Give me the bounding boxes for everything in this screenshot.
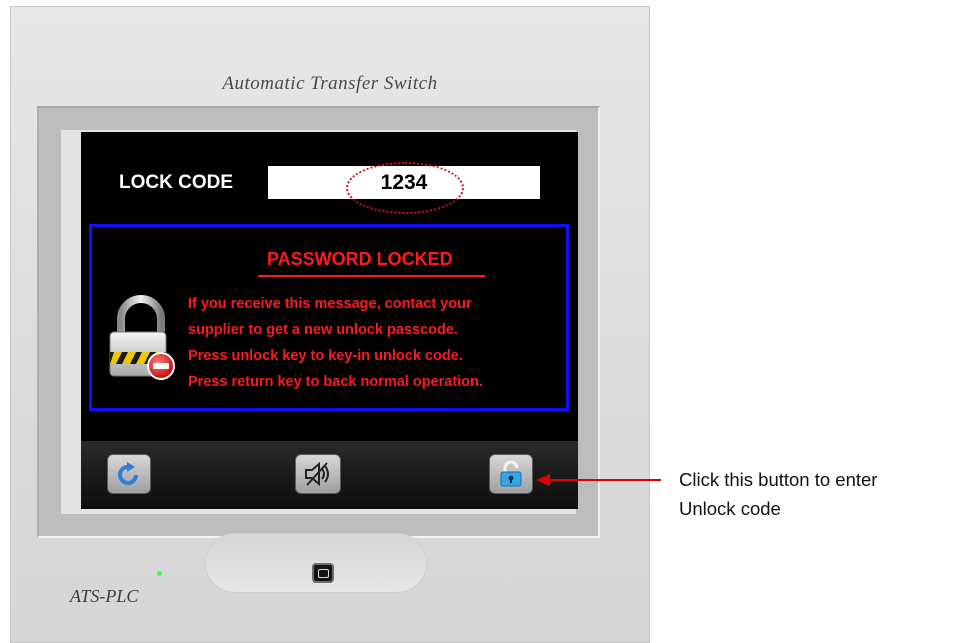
padlock-warning-icon [109,295,175,380]
title-underline [258,275,485,277]
unlock-button[interactable] [489,454,533,494]
device-title: Automatic Transfer Switch [222,73,438,94]
return-icon [118,462,138,485]
unlock-icon [500,460,522,487]
brand-label: ATS-PLC [70,586,139,606]
message-body: If you receive this message, contact you… [188,291,483,395]
message-line: If you receive this message, contact you… [188,296,472,312]
bottom-toolbar [81,441,578,509]
return-button[interactable] [107,454,151,494]
annotation-line-2: Unlock code [679,498,781,519]
annotation-line [548,479,661,481]
password-locked-message: PASSWORD LOCKED If you receive this mess… [89,224,569,411]
message-title: PASSWORD LOCKED [267,249,453,269]
home-key[interactable] [312,563,334,583]
status-led [157,571,162,576]
message-line: Press return key to back normal operatio… [188,374,483,390]
highlight-ellipse [346,162,464,214]
lcd-screen: LOCK CODE 1234 PASSWORD LOCKED If you re… [81,132,578,509]
annotation-line-1: Click this button to enter [679,469,878,490]
annotation-arrowhead [536,474,550,486]
annotation-text: Click this button to enter Unlock code [679,465,877,523]
mute-icon [305,461,329,487]
mute-button[interactable] [295,454,341,494]
message-line: Press unlock key to key-in unlock code. [188,348,463,364]
message-line: supplier to get a new unlock passcode. [188,322,458,338]
lock-code-label: LOCK CODE [119,172,233,193]
